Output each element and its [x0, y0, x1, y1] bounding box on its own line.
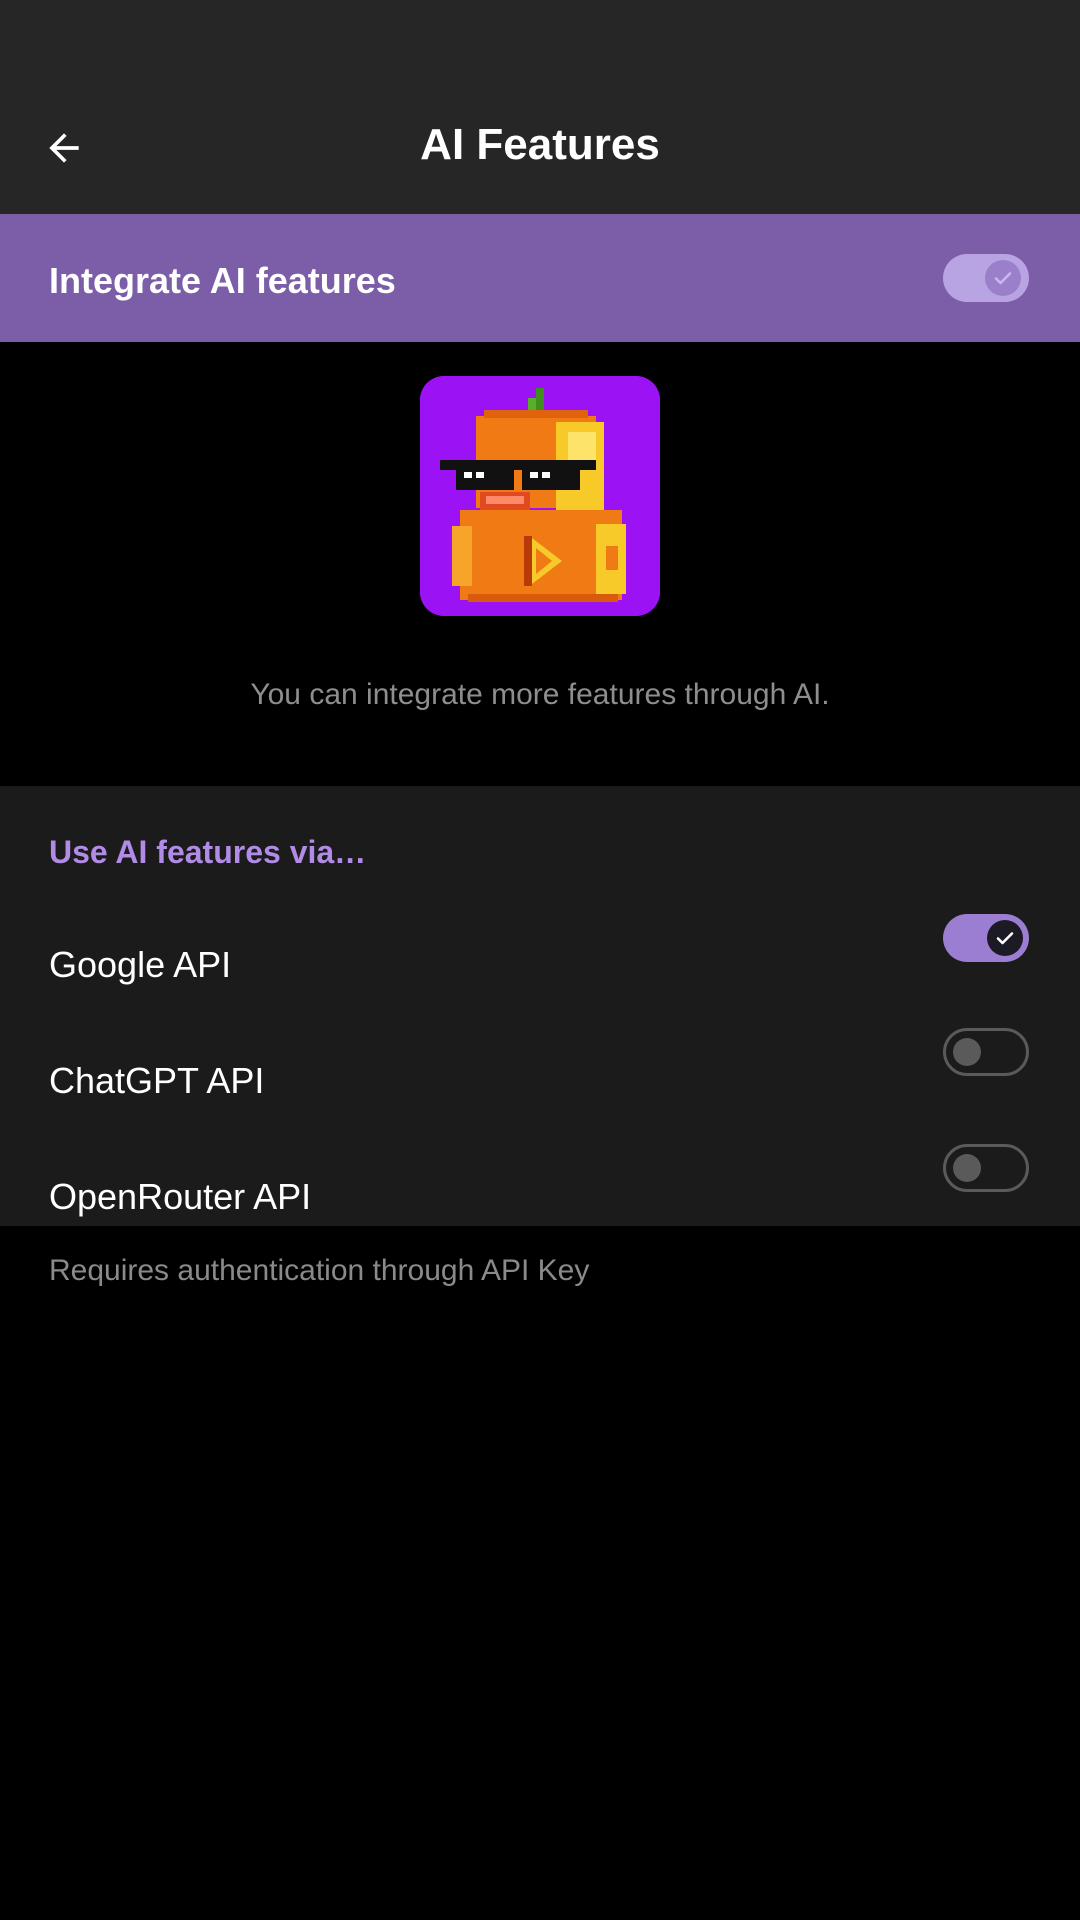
- provider-label-openrouter: OpenRouter API: [49, 1176, 312, 1217]
- providers-section: Use AI features via… Google API ChatGPT …: [0, 786, 1080, 1226]
- switch-thumb: [953, 1154, 981, 1182]
- provider-label-chatgpt: ChatGPT API: [49, 1060, 265, 1101]
- openrouter-api-switch[interactable]: [943, 1144, 1029, 1192]
- app-bar: AI Features: [0, 0, 1080, 214]
- google-api-switch[interactable]: [943, 914, 1029, 962]
- provider-row-chatgpt[interactable]: ChatGPT API: [0, 1020, 1080, 1136]
- ai-features-screen: AI Features Integrate AI features You ca…: [0, 0, 1080, 1920]
- switch-thumb: [987, 920, 1023, 956]
- provider-label-google: Google API: [49, 944, 232, 985]
- pixel-duck-sunglasses-image: [420, 376, 660, 616]
- api-key-note: Requires authentication through API Key: [49, 1254, 590, 1287]
- provider-row-openrouter[interactable]: OpenRouter API: [0, 1136, 1080, 1252]
- duck-illustration: [420, 376, 660, 616]
- switch-thumb: [953, 1038, 981, 1066]
- switch-thumb: [985, 260, 1021, 296]
- chatgpt-api-switch[interactable]: [943, 1028, 1029, 1076]
- check-icon: [994, 272, 1012, 285]
- integrate-ai-label: Integrate AI features: [49, 260, 396, 301]
- providers-header: Use AI features via…: [49, 834, 367, 870]
- provider-row-google[interactable]: Google API: [0, 904, 1080, 1020]
- integrate-ai-switch[interactable]: [943, 254, 1029, 302]
- check-icon: [996, 932, 1014, 945]
- integrate-ai-row[interactable]: Integrate AI features: [0, 214, 1080, 342]
- hero-caption: You can integrate more features through …: [250, 678, 830, 711]
- page-title: AI Features: [420, 120, 660, 169]
